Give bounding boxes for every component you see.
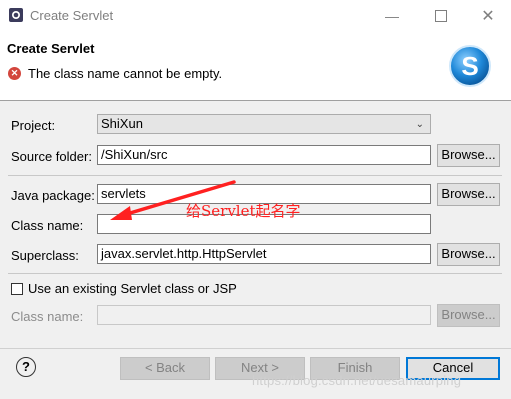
chevron-down-icon: ⌄ (415, 119, 424, 130)
servlet-wizard-icon: S (449, 45, 491, 87)
section-separator (8, 273, 502, 274)
use-existing-label: Use an existing Servlet class or JSP (28, 281, 237, 296)
superclass-label: Superclass: (11, 248, 79, 263)
maximize-button[interactable] (418, 0, 464, 32)
project-value: ShiXun (101, 116, 143, 131)
close-icon: ✕ (481, 8, 495, 25)
error-icon: ✕ (8, 67, 21, 80)
section-separator (8, 175, 502, 176)
java-package-label: Java package: (11, 188, 95, 203)
browse-superclass-button[interactable]: Browse... (437, 243, 500, 266)
source-folder-field[interactable]: /ShiXun/src (97, 145, 431, 165)
svg-text:S: S (461, 51, 478, 81)
browse-package-button[interactable]: Browse... (437, 183, 500, 206)
help-icon[interactable]: ? (16, 357, 36, 377)
existing-class-field[interactable] (97, 305, 431, 325)
class-name-label: Class name: (11, 218, 84, 233)
existing-class-label: Class name: (11, 309, 84, 324)
eclipse-app-icon (9, 8, 23, 22)
maximize-icon (435, 10, 447, 22)
error-message: The class name cannot be empty. (28, 66, 223, 81)
back-button[interactable]: < Back (120, 357, 210, 380)
minimize-button[interactable]: — (369, 0, 415, 32)
project-label: Project: (11, 118, 56, 133)
use-existing-checkbox[interactable] (11, 283, 23, 295)
minimize-icon: — (385, 8, 399, 24)
watermark: https://blog.csdn.net/uesamaurping (252, 373, 462, 388)
superclass-field[interactable]: javax.servlet.http.HttpServlet (97, 244, 431, 264)
source-folder-label: Source folder: (11, 149, 92, 164)
wizard-title: Create Servlet (7, 41, 95, 56)
annotation-text: 给Servlet起名字 (186, 202, 301, 220)
project-combo[interactable]: ShiXun ⌄ (97, 114, 431, 134)
close-button[interactable]: ✕ (465, 0, 511, 32)
window-title: Create Servlet (30, 8, 114, 23)
browse-existing-class-button[interactable]: Browse... (437, 304, 500, 327)
browse-source-folder-button[interactable]: Browse... (437, 144, 500, 167)
